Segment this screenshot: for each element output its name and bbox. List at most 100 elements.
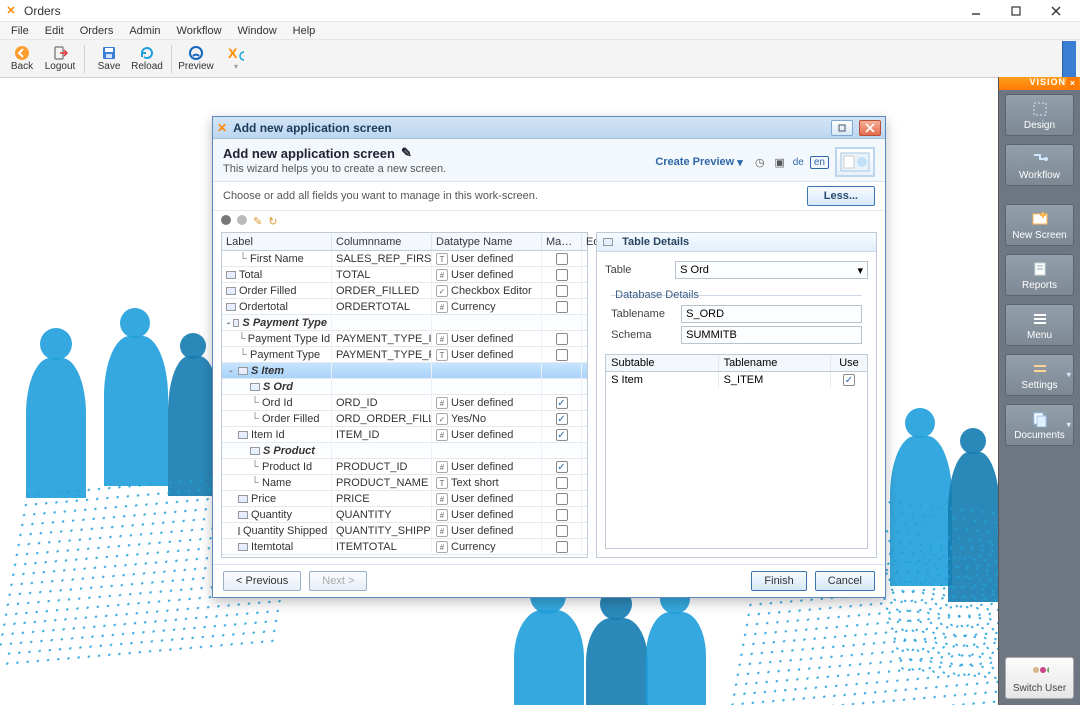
- grid-row[interactable]: └Order FilledORD_ORDER_FILLED✓Yes/No✓: [222, 411, 587, 427]
- grid-row[interactable]: └Payment TypePAYMENT_TYPE_PAYMEN...TUser…: [222, 347, 587, 363]
- close-button[interactable]: [1036, 0, 1076, 22]
- toolbar-sep-1: [84, 45, 85, 73]
- grid-row[interactable]: └Ord IdORD_ID#User defined✓: [222, 395, 587, 411]
- mandatory-checkbox[interactable]: [556, 493, 568, 505]
- grid-row[interactable]: S Product: [222, 443, 587, 459]
- mandatory-checkbox[interactable]: ✓: [556, 461, 568, 473]
- grid-row[interactable]: PricePRICE#User defined: [222, 491, 587, 507]
- dock-workflow[interactable]: Workflow: [1005, 144, 1074, 186]
- refresh-step-icon[interactable]: ↻: [268, 215, 277, 228]
- dock-switch-user[interactable]: Switch User: [1005, 657, 1074, 699]
- dock-reports-label: Reports: [1022, 280, 1057, 291]
- toolbar-reload[interactable]: Reload: [129, 42, 165, 76]
- col-column[interactable]: Columnname: [332, 234, 432, 250]
- sub-col-use[interactable]: Use: [831, 355, 867, 371]
- mandatory-checkbox[interactable]: [556, 525, 568, 537]
- dock-menu[interactable]: Menu: [1005, 304, 1074, 346]
- grid-row[interactable]: └Product IdPRODUCT_ID#User defined✓: [222, 459, 587, 475]
- lang-en[interactable]: en: [810, 156, 829, 169]
- grid-row[interactable]: OrdertotalORDERTOTAL#Currency✓: [222, 299, 587, 315]
- toolbar-preview[interactable]: Preview: [178, 42, 214, 76]
- mandatory-checkbox[interactable]: [556, 333, 568, 345]
- mandatory-checkbox[interactable]: [556, 541, 568, 553]
- grid-row[interactable]: Order FilledORDER_FILLED✓Checkbox Editor…: [222, 283, 587, 299]
- tablename-field[interactable]: S_ORD: [681, 305, 862, 323]
- sub-col-subtable[interactable]: Subtable: [606, 355, 718, 371]
- mandatory-checkbox[interactable]: [556, 269, 568, 281]
- grid-row[interactable]: ItemtotalITEMTOTAL#Currency: [222, 539, 587, 555]
- next-button[interactable]: Next >: [309, 571, 367, 591]
- mandatory-checkbox[interactable]: [556, 253, 568, 265]
- dock-new-screen[interactable]: New Screen: [1005, 204, 1074, 246]
- mandatory-checkbox[interactable]: ✓: [556, 429, 568, 441]
- table-select[interactable]: S Ord ▾: [675, 261, 868, 279]
- mandatory-checkbox[interactable]: [556, 349, 568, 361]
- previous-button[interactable]: < Previous: [223, 571, 301, 591]
- grid-row[interactable]: S Ord: [222, 379, 587, 395]
- grid-row[interactable]: └NamePRODUCT_NAMETText short: [222, 475, 587, 491]
- col-mand[interactable]: Mandat...: [542, 234, 582, 250]
- mandatory-checkbox[interactable]: [556, 477, 568, 489]
- menu-admin[interactable]: Admin: [122, 24, 167, 38]
- grid-row[interactable]: └First NameSALES_REP_FIRST_NAMETUser def…: [222, 251, 587, 267]
- grid-row[interactable]: TotalTOTAL#User defined✓: [222, 267, 587, 283]
- menu-help[interactable]: Help: [286, 24, 323, 38]
- clock-icon[interactable]: ◷: [753, 155, 767, 169]
- menu-file[interactable]: File: [4, 24, 36, 38]
- finish-button[interactable]: Finish: [751, 571, 806, 591]
- edit-step-icon[interactable]: ✎: [253, 215, 262, 228]
- toolbar-save[interactable]: Save: [91, 42, 127, 76]
- preview-icon: [188, 45, 204, 61]
- dialog-title-bar[interactable]: ✕ Add new application screen: [213, 117, 885, 139]
- dock-documents[interactable]: Documents: [1005, 404, 1074, 446]
- mandatory-checkbox[interactable]: ✓: [556, 397, 568, 409]
- dock-close-icon[interactable]: ×: [1067, 77, 1079, 89]
- preview-thumbnail[interactable]: [835, 147, 875, 177]
- use-checkbox[interactable]: ✓: [843, 374, 855, 386]
- menu-edit[interactable]: Edit: [38, 24, 71, 38]
- mandatory-checkbox[interactable]: [556, 285, 568, 297]
- cancel-button[interactable]: Cancel: [815, 571, 875, 591]
- dock-design[interactable]: Design: [1005, 94, 1074, 136]
- grid-row[interactable]: Quantity ShippedQUANTITY_SHIPPED#User de…: [222, 523, 587, 539]
- toolbar-back[interactable]: Back: [4, 42, 40, 76]
- mandatory-checkbox[interactable]: [556, 509, 568, 521]
- menu-orders[interactable]: Orders: [73, 24, 121, 38]
- mandatory-checkbox[interactable]: ✓: [556, 413, 568, 425]
- col-label[interactable]: Label: [222, 234, 332, 250]
- menu-window[interactable]: Window: [231, 24, 284, 38]
- camera-icon[interactable]: ▣: [773, 155, 787, 169]
- sub-col-tablename[interactable]: Tablename: [719, 355, 831, 371]
- create-preview-link[interactable]: Create Preview ▾: [651, 154, 746, 171]
- grid-row[interactable]: └Payment Type IdPAYMENT_TYPE_ID#User def…: [222, 331, 587, 347]
- maximize-button[interactable]: [996, 0, 1036, 22]
- grid-row[interactable]: QuantityQUANTITY#User defined: [222, 507, 587, 523]
- switchuser-icon: [1031, 663, 1049, 681]
- step-dot-1[interactable]: [221, 215, 231, 225]
- dialog-close-button[interactable]: [859, 120, 881, 136]
- menu-workflow[interactable]: Workflow: [170, 24, 229, 38]
- dock-reports[interactable]: Reports: [1005, 254, 1074, 296]
- subtable-row[interactable]: S ItemS_ITEM✓: [606, 372, 867, 388]
- dialog-restore-button[interactable]: [831, 120, 853, 136]
- toolbar-x-gear[interactable]: X ▾: [216, 42, 256, 76]
- grid-row[interactable]: -S Item: [222, 363, 587, 379]
- tablename-label: Tablename: [611, 308, 673, 320]
- col-type[interactable]: Datatype Name: [432, 234, 542, 250]
- grid-header: Label Columnname Datatype Name Mandat...…: [222, 233, 587, 251]
- schema-field[interactable]: SUMMITB: [681, 326, 862, 344]
- toolbar-handle[interactable]: [1062, 41, 1076, 77]
- mandatory-checkbox[interactable]: [556, 301, 568, 313]
- lang-de[interactable]: de: [793, 157, 804, 168]
- documents-icon: [1031, 410, 1049, 428]
- less-button[interactable]: Less...: [807, 186, 875, 206]
- dock-menu-label: Menu: [1027, 330, 1052, 341]
- dialog-subheading: This wizard helps you to create a new sc…: [223, 163, 643, 175]
- minimize-button[interactable]: [956, 0, 996, 22]
- grid-row[interactable]: Item IdITEM_ID#User defined✓: [222, 427, 587, 443]
- toolbar-logout[interactable]: Logout: [42, 42, 78, 76]
- dock-settings[interactable]: Settings: [1005, 354, 1074, 396]
- step-dot-2[interactable]: [237, 215, 247, 225]
- grid-row[interactable]: -S Payment Type: [222, 315, 587, 331]
- select-chevron-icon: ▾: [857, 264, 863, 277]
